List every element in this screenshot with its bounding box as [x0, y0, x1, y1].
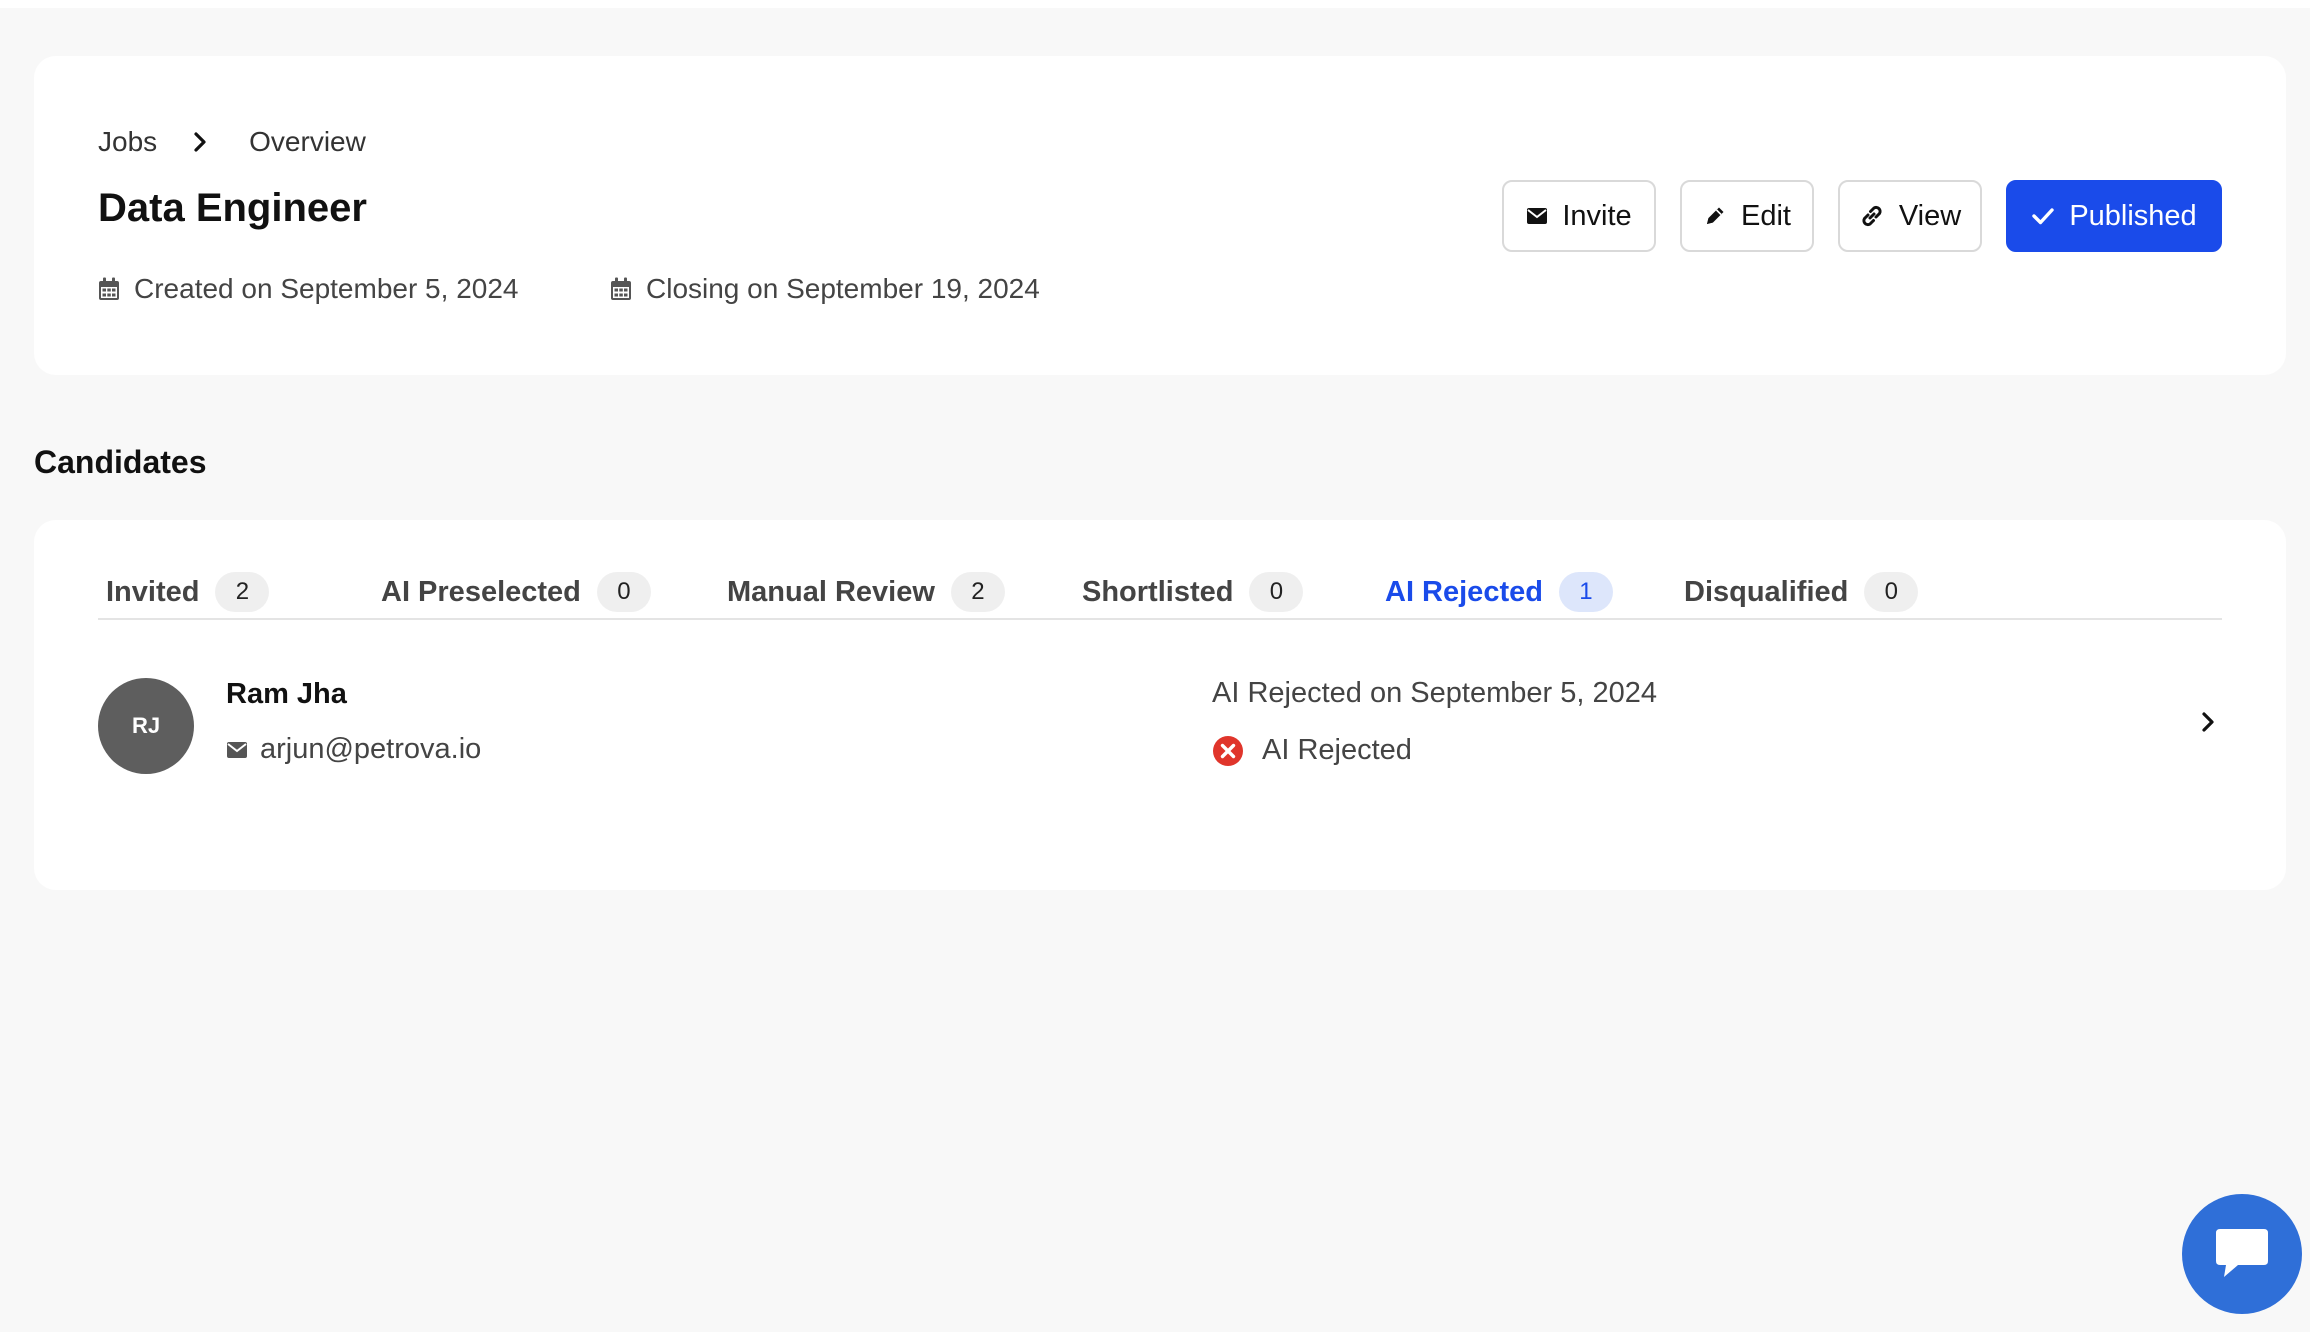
tab-ai-rejected[interactable]: AI Rejected 1: [1385, 572, 1613, 612]
pencil-icon: [1707, 207, 1724, 224]
calendar-icon: [99, 277, 119, 300]
tab-count-badge: 1: [1558, 572, 1613, 612]
candidate-name[interactable]: Ram Jha: [226, 678, 347, 711]
published-button-label: Published: [2069, 199, 2197, 232]
x-circle-icon: [1213, 735, 1243, 766]
tab-label: Shortlisted: [1082, 575, 1234, 608]
invite-button[interactable]: Invite: [1502, 180, 1656, 252]
breadcrumb: Jobs Overview: [98, 126, 366, 158]
created-date-text: Created on September 5, 2024: [134, 273, 519, 304]
tab-invited[interactable]: Invited 2: [106, 572, 270, 612]
chevron-right-icon: [193, 131, 207, 153]
edit-button[interactable]: Edit: [1680, 180, 1814, 252]
candidates-heading: Candidates: [34, 444, 207, 480]
status-text: AI Rejected: [1262, 734, 1412, 766]
candidate-email-text: arjun@petrova.io: [260, 733, 482, 765]
status-badge: AI Rejected: [1212, 734, 1412, 767]
status-date: AI Rejected on September 5, 2024: [1212, 677, 1657, 709]
closing-date: Closing on September 19, 2024: [610, 273, 1040, 305]
view-button-label: View: [1898, 199, 1962, 232]
tab-label: Manual Review: [727, 575, 935, 608]
breadcrumb-jobs-link[interactable]: Jobs: [98, 126, 157, 158]
tab-count-badge: 0: [1249, 572, 1304, 612]
candidate-tabs: Invited 2 AI Preselected 0 Manual Review…: [98, 540, 2222, 620]
tab-manual-review[interactable]: Manual Review 2: [727, 572, 1005, 612]
link-icon: [1862, 205, 1882, 227]
avatar: RJ: [98, 678, 194, 774]
tab-label: Invited: [106, 575, 200, 608]
tab-count-badge: 0: [596, 572, 651, 612]
candidates-card: Invited 2 AI Preselected 0 Manual Review…: [34, 520, 2286, 890]
job-header-card: Jobs Overview Data Engineer Created on S…: [34, 56, 2286, 375]
tab-label: AI Preselected: [381, 575, 581, 608]
tab-ai-preselected[interactable]: AI Preselected 0: [381, 572, 651, 612]
chevron-right-icon[interactable]: [2200, 710, 2216, 739]
published-button[interactable]: Published: [2006, 180, 2222, 252]
breadcrumb-current: Overview: [249, 126, 366, 157]
top-bar: [0, 0, 2310, 8]
check-icon: [2032, 208, 2055, 225]
chat-icon: [2216, 1229, 2268, 1277]
invite-button-label: Invite: [1562, 199, 1632, 232]
tab-count-badge: 2: [950, 572, 1005, 612]
view-button[interactable]: View: [1838, 180, 1982, 252]
tab-count-badge: 0: [1864, 572, 1919, 612]
candidate-email: arjun@petrova.io: [226, 733, 481, 766]
tab-shortlisted[interactable]: Shortlisted 0: [1082, 572, 1304, 612]
tab-disqualified[interactable]: Disqualified 0: [1684, 572, 1919, 612]
tab-count-badge: 2: [215, 572, 270, 612]
calendar-icon: [611, 277, 631, 300]
created-date: Created on September 5, 2024: [98, 273, 518, 305]
closing-date-text: Closing on September 19, 2024: [646, 273, 1040, 304]
edit-button-label: Edit: [1741, 199, 1791, 232]
mail-icon: [227, 741, 247, 758]
page-title: Data Engineer: [98, 186, 367, 230]
tab-label: Disqualified: [1684, 575, 1849, 608]
tab-label: AI Rejected: [1385, 575, 1543, 608]
mail-icon: [1527, 208, 1548, 224]
chat-button[interactable]: [2182, 1194, 2302, 1314]
